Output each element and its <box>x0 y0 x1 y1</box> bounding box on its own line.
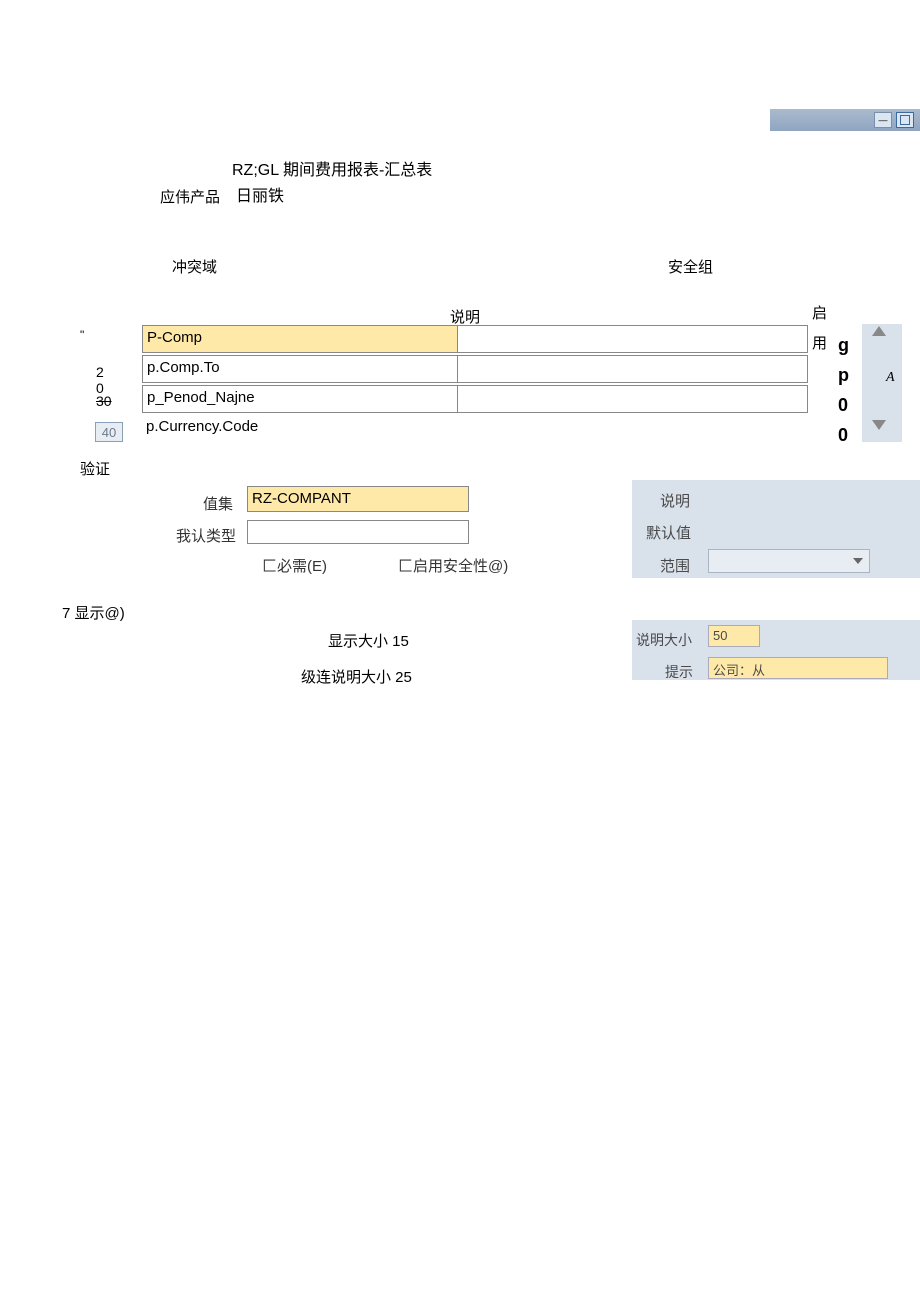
column-header-enable-l2: 用 <box>812 332 827 353</box>
params-table: P-Comp p.Comp.To p_Penod_Najne p.Currenc… <box>142 324 808 444</box>
required-checkbox[interactable]: 匚必需(E) <box>262 555 327 576</box>
range-label: 范围 <box>660 555 690 576</box>
param-desc-cell[interactable] <box>458 355 808 383</box>
row-num-strike: 30 <box>96 393 112 409</box>
col-a-marker: A <box>886 370 895 386</box>
column-header-enable-l1: 启 <box>812 302 827 323</box>
scroll-up-icon[interactable] <box>872 326 886 336</box>
param-name-cell[interactable]: p_Penod_Najne <box>142 385 458 413</box>
recog-type-label: 我认类型 <box>176 525 236 546</box>
range-select[interactable] <box>708 549 870 573</box>
row-numbers: 2 0 30 <box>96 364 112 409</box>
tip-input[interactable]: 公司：从 <box>708 657 888 679</box>
param-name-cell[interactable]: P-Comp <box>142 325 458 353</box>
table-row[interactable]: p.Currency.Code <box>142 414 808 444</box>
valueset-input[interactable]: RZ-COMPANT <box>247 486 469 512</box>
enable-cell: p <box>838 360 849 390</box>
tip-label: 提示 <box>665 662 693 682</box>
param-name-cell[interactable]: p.Currency.Code <box>142 415 458 443</box>
display-size-label: 显示大小 15 <box>328 630 409 651</box>
enable-cell: g <box>838 330 849 360</box>
minimize-button[interactable] <box>874 112 892 128</box>
titlebar <box>770 109 920 131</box>
chevron-down-icon <box>853 558 863 564</box>
verify-label: 验证 <box>80 458 110 479</box>
row-num: 2 <box>96 364 112 380</box>
table-row[interactable]: p.Comp.To <box>142 354 808 384</box>
table-row[interactable]: P-Comp <box>142 324 808 354</box>
table-row[interactable]: p_Penod_Najne <box>142 384 808 414</box>
product-label: 应伟产品 <box>160 186 220 207</box>
enable-column: g p 0 0 <box>838 330 849 450</box>
desc-size-input[interactable]: 50 <box>708 625 760 647</box>
param-desc-cell[interactable] <box>458 385 808 413</box>
conflict-domain-label: 冲突域 <box>172 256 217 277</box>
recog-type-input[interactable] <box>247 520 469 544</box>
maximize-button[interactable] <box>896 112 914 128</box>
enable-cell: 0 <box>838 420 849 450</box>
display-section-label: 7 显示@) <box>62 602 125 623</box>
valueset-label: 值集 <box>203 493 233 514</box>
desc-label: 说明 <box>660 490 690 511</box>
cascade-size-label: 级连说明大小 25 <box>301 666 412 687</box>
quote-mark: " <box>80 328 84 342</box>
param-name-cell[interactable]: p.Comp.To <box>142 355 458 383</box>
desc-size-label: 说明大小 <box>636 630 692 650</box>
security-group-label: 安全组 <box>668 256 713 277</box>
param-desc-cell[interactable] <box>458 325 808 353</box>
row-num-box: 40 <box>95 422 123 442</box>
product-value: 日丽铁 <box>236 182 284 206</box>
security-checkbox[interactable]: 匚启用安全性@) <box>398 555 508 576</box>
page-title: RZ;GL 期间费用报表-汇总表 <box>232 156 432 180</box>
enable-cell: 0 <box>838 390 849 420</box>
default-label: 默认值 <box>646 522 691 543</box>
scroll-down-icon[interactable] <box>872 420 886 430</box>
